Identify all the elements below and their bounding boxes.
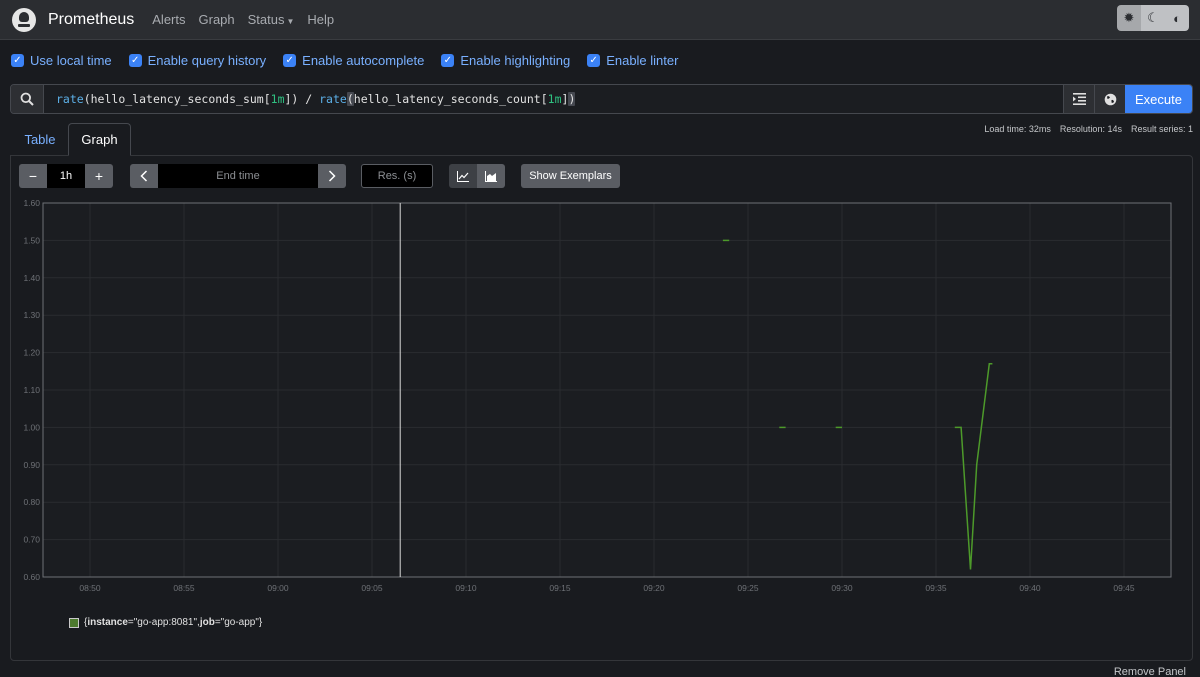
query-token: hello_latency_seconds_count[	[353, 92, 548, 106]
chevron-left-icon[interactable]	[130, 164, 158, 188]
query-token-number: 1m	[270, 92, 285, 106]
time-series-graph[interactable]: 0.60 0.70 0.80 0.90 1.00 1.10 1.20 1.30 1.40 1.50…	[10, 196, 1180, 596]
legend-swatch	[69, 617, 79, 628]
legend-label-value: ="go-app"}	[214, 617, 263, 628]
y-tick-label: 1.20	[23, 348, 40, 358]
query-bar: rate (hello_latency_seconds_sum[1m]) / ra…	[10, 84, 1193, 114]
query-token-function: rate	[319, 92, 347, 106]
result-series: Result series: 1	[1130, 124, 1193, 134]
moon-icon[interactable]: ☾	[1141, 5, 1165, 31]
option-label: Enable query history	[147, 53, 267, 68]
x-tick-label: 08:55	[173, 583, 195, 593]
x-tick-label: 09:15	[549, 583, 571, 593]
resolution: Resolution: 14s	[1059, 124, 1122, 134]
series-legend[interactable]: {instance ="go-app:8081", job ="go-app"}	[69, 617, 262, 628]
legend-label-key: instance	[87, 617, 128, 628]
query-input[interactable]: rate (hello_latency_seconds_sum[1m]) / ra…	[44, 85, 1063, 113]
format-query-icon[interactable]	[1063, 85, 1094, 113]
x-tick-label: 09:35	[925, 583, 947, 593]
options-row: ✓ Use local time ✓ Enable query history …	[11, 53, 695, 68]
y-tick-label: 0.80	[23, 497, 40, 507]
option-enable-highlighting[interactable]: ✓ Enable highlighting	[441, 53, 570, 68]
x-tick-label: 09:00	[267, 583, 289, 593]
range-input[interactable]: 1h	[47, 164, 85, 188]
query-token-bracket: )	[568, 92, 576, 106]
search-icon	[11, 85, 44, 113]
nav-link-help[interactable]: Help	[307, 12, 334, 27]
legend-label-value: ="go-app:8081",	[127, 617, 200, 628]
x-tick-label: 08:50	[79, 583, 101, 593]
x-tick-label: 09:20	[643, 583, 665, 593]
option-label: Use local time	[30, 53, 112, 68]
top-navbar: Prometheus Alerts Graph Status ▼ Help ✹ ☾…	[0, 0, 1200, 40]
option-use-local-time[interactable]: ✓ Use local time	[11, 53, 112, 68]
x-tick-label: 09:30	[831, 583, 853, 593]
half-circle-icon[interactable]: ◐	[1165, 5, 1189, 31]
end-time-control: End time	[130, 164, 346, 188]
x-tick-label: 09:05	[361, 583, 383, 593]
x-tick-label: 09:25	[737, 583, 759, 593]
x-tick-label: 09:45	[1113, 583, 1135, 593]
line-chart-icon[interactable]	[449, 164, 477, 188]
y-tick-label: 0.60	[23, 572, 40, 582]
end-time-input[interactable]: End time	[158, 164, 318, 188]
brand-name: Prometheus	[48, 10, 135, 28]
query-token: ]	[561, 92, 569, 106]
brand[interactable]: Prometheus	[12, 7, 135, 32]
query-token-number: 1m	[547, 92, 562, 106]
show-exemplars-button[interactable]: Show Exemplars	[521, 164, 620, 188]
tab-table[interactable]: Table	[11, 123, 69, 156]
x-tick-label: 09:10	[455, 583, 477, 593]
sun-icon[interactable]: ✹	[1117, 5, 1141, 31]
nav-link-status-label: Status	[247, 12, 285, 27]
y-tick-label: 1.50	[23, 235, 40, 245]
y-tick-label: 1.60	[23, 198, 40, 208]
checkbox-checked-icon[interactable]: ✓	[587, 54, 601, 67]
tab-graph[interactable]: Graph	[68, 123, 131, 156]
y-tick-label: 1.40	[23, 273, 40, 283]
theme-switcher: ✹ ☾ ◐	[1117, 5, 1189, 31]
query-stats: Load time: 32ms Resolution: 14s Result s…	[975, 124, 1193, 134]
y-tick-label: 0.70	[23, 535, 40, 545]
query-token: ]) /	[284, 92, 320, 106]
checkbox-checked-icon[interactable]: ✓	[283, 54, 297, 67]
option-label: Enable highlighting	[460, 53, 571, 68]
query-token-bracket: (	[346, 92, 354, 106]
remove-panel-link[interactable]: Remove Panel	[1114, 666, 1186, 677]
option-label: Enable linter	[606, 53, 679, 68]
checkbox-checked-icon[interactable]: ✓	[441, 54, 455, 67]
chart-svg: 0.60 0.70 0.80 0.90 1.00 1.10 1.20 1.30 1.40 1.50…	[23, 198, 1172, 593]
chevron-right-icon[interactable]	[318, 164, 346, 188]
y-tick-label: 1.10	[23, 385, 40, 395]
execute-button[interactable]: Execute	[1125, 85, 1192, 113]
nav-link-status[interactable]: Status ▼	[248, 12, 295, 27]
chart-type-toggle	[449, 164, 505, 188]
legend-label-key: job	[199, 617, 215, 628]
option-enable-autocomplete[interactable]: ✓ Enable autocomplete	[283, 53, 424, 68]
resolution-input[interactable]: Res. (s)	[361, 164, 433, 188]
nav-link-alerts[interactable]: Alerts	[152, 12, 185, 27]
option-enable-linter[interactable]: ✓ Enable linter	[587, 53, 678, 68]
stacked-chart-icon[interactable]	[477, 164, 505, 188]
y-tick-label: 1.00	[23, 422, 40, 432]
option-label: Enable autocomplete	[302, 53, 425, 68]
range-control: − 1h +	[19, 164, 113, 188]
query-token-function: rate	[56, 92, 84, 106]
nav-link-graph[interactable]: Graph	[199, 12, 235, 27]
checkbox-checked-icon[interactable]: ✓	[11, 54, 24, 67]
x-tick-label: 09:40	[1019, 583, 1041, 593]
caret-down-icon: ▼	[286, 17, 295, 26]
metrics-explorer-globe-icon[interactable]	[1094, 85, 1125, 113]
decrease-range-button[interactable]: −	[19, 164, 47, 188]
checkbox-checked-icon[interactable]: ✓	[128, 54, 142, 67]
query-token: (hello_latency_seconds_sum[	[83, 92, 271, 106]
nav-links: Alerts Graph Status ▼ Help	[152, 12, 347, 27]
load-time: Load time: 32ms	[984, 124, 1051, 134]
y-tick-label: 0.90	[23, 460, 40, 470]
y-tick-label: 1.30	[23, 310, 40, 320]
prometheus-logo-icon	[12, 7, 36, 32]
option-enable-query-history[interactable]: ✓ Enable query history	[128, 53, 267, 68]
increase-range-button[interactable]: +	[85, 164, 113, 188]
